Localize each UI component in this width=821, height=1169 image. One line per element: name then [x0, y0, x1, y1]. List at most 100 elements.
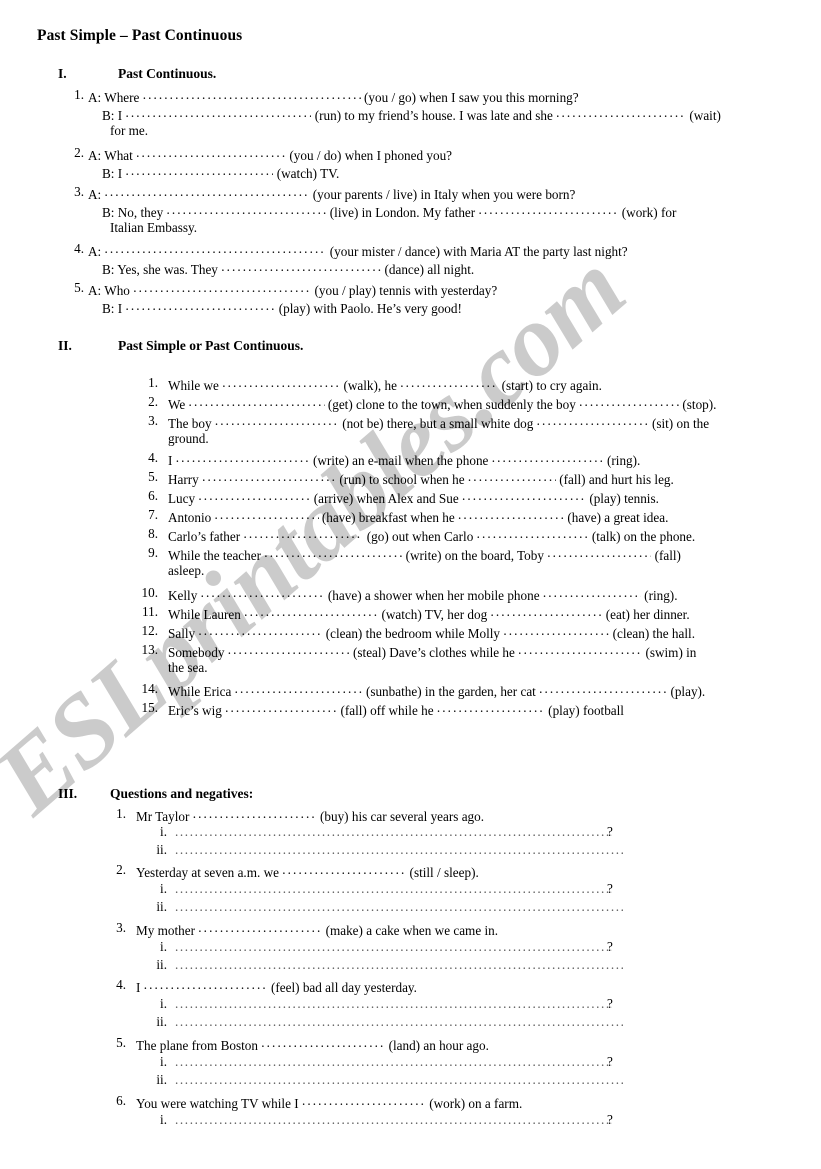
answer-blank[interactable] — [198, 920, 322, 935]
sentence-text: asleep. — [168, 563, 205, 578]
roman-numeral: ii. — [156, 1072, 167, 1087]
answer-blank[interactable] — [539, 681, 667, 696]
sentence-text: While Erica — [168, 684, 232, 699]
answer-blank[interactable] — [202, 469, 336, 484]
sentence-text: (work) for — [621, 205, 677, 220]
answer-blank[interactable] — [478, 202, 618, 217]
answer-blank[interactable] — [243, 526, 363, 541]
sentence-text: (arrive) when Alex and Sue — [313, 491, 459, 506]
answer-rule[interactable] — [175, 824, 612, 840]
speaker-label: B: — [102, 108, 115, 123]
answer-blank[interactable] — [537, 413, 649, 428]
answer-rule[interactable] — [175, 842, 623, 858]
sentence-text: (have) a great idea. — [567, 510, 669, 525]
sentence-text: The plane from Boston — [136, 1038, 258, 1053]
answer-blank[interactable] — [215, 413, 339, 428]
sentence-text: (get) clone to the town, when suddenly t… — [327, 397, 576, 412]
sentence-text: (have) a shower when her mobile phone — [327, 588, 540, 603]
answer-rule[interactable] — [175, 996, 612, 1012]
answer-blank[interactable] — [176, 450, 310, 465]
answer-blank[interactable] — [244, 604, 378, 619]
sentence-text: (you / go) when I saw you this morning? — [363, 90, 579, 105]
answer-blank[interactable] — [193, 806, 317, 821]
sentence-text: for me. — [110, 123, 149, 138]
sentence-text: While Lauren — [168, 607, 241, 622]
answer-rule[interactable] — [175, 1054, 612, 1070]
answer-blank[interactable] — [235, 681, 363, 696]
section-number-2: II. — [58, 338, 72, 353]
answer-blank[interactable] — [543, 585, 641, 600]
answer-rule[interactable] — [175, 899, 623, 915]
answer-rule[interactable] — [175, 1072, 623, 1088]
sentence-text: (walk), he — [343, 378, 397, 393]
answer-blank[interactable] — [518, 642, 642, 657]
answer-blank[interactable] — [468, 469, 556, 484]
answer-blank[interactable] — [143, 87, 361, 102]
sentence-text: I — [136, 980, 141, 995]
answer-blank[interactable] — [104, 241, 326, 256]
section-title-2: Past Simple or Past Continuous. — [118, 338, 304, 353]
answer-blank[interactable] — [198, 623, 322, 638]
answer-rule[interactable] — [175, 1112, 612, 1128]
sentence-text: My mother — [136, 923, 195, 938]
answer-blank[interactable] — [198, 488, 310, 503]
roman-numeral: ii. — [156, 1014, 167, 1029]
answer-blank[interactable] — [400, 375, 498, 390]
sentence-text: Harry — [168, 472, 199, 487]
answer-blank[interactable] — [144, 977, 268, 992]
answer-blank[interactable] — [125, 298, 275, 313]
sentence-text: Carlo’s father — [168, 529, 241, 544]
answer-blank[interactable] — [302, 1093, 426, 1108]
answer-blank[interactable] — [458, 507, 564, 522]
sentence-text: Lucy — [168, 491, 196, 506]
answer-blank[interactable] — [228, 642, 350, 657]
answer-rule[interactable] — [175, 939, 612, 955]
answer-blank[interactable] — [201, 585, 325, 600]
item-number: 5. — [116, 1035, 126, 1050]
answer-blank[interactable] — [221, 259, 381, 274]
answer-blank[interactable] — [264, 545, 402, 560]
sentence-text: (clean) the hall. — [612, 626, 696, 641]
question-mark: ? — [607, 1112, 613, 1127]
answer-blank[interactable] — [556, 105, 686, 120]
answer-blank[interactable] — [225, 700, 337, 715]
answer-blank[interactable] — [547, 545, 651, 560]
answer-blank[interactable] — [136, 145, 286, 160]
answer-blank[interactable] — [503, 623, 609, 638]
answer-blank[interactable] — [222, 375, 340, 390]
answer-blank[interactable] — [133, 280, 311, 295]
sentence-text: Sally — [168, 626, 196, 641]
sentence-text: (eat) her dinner. — [605, 607, 690, 622]
answer-blank[interactable] — [125, 163, 273, 178]
item-number: 5. — [74, 280, 84, 295]
answer-rule[interactable] — [175, 957, 623, 973]
answer-rule[interactable] — [175, 881, 612, 897]
sentence-text: Mr Taylor — [136, 809, 190, 824]
answer-blank[interactable] — [125, 105, 311, 120]
answer-blank[interactable] — [104, 184, 309, 199]
sentence-text: (work) on a farm. — [429, 1096, 523, 1111]
sentence-text: (play) football — [548, 703, 624, 718]
item-number: 3. — [74, 184, 84, 199]
answer-blank[interactable] — [492, 450, 604, 465]
answer-blank[interactable] — [215, 507, 319, 522]
answer-blank[interactable] — [490, 604, 602, 619]
answer-rule[interactable] — [175, 1014, 623, 1030]
sentence-text: (ring). — [607, 453, 641, 468]
item-number: 10. — [141, 585, 158, 600]
sentence-text: I — [117, 301, 123, 316]
answer-blank[interactable] — [462, 488, 586, 503]
sentence-text: (you / do) when I phoned you? — [289, 148, 453, 163]
item-number: 4. — [148, 450, 158, 465]
answer-blank[interactable] — [437, 700, 545, 715]
sentence-text: (go) out when Carlo — [366, 529, 474, 544]
item-number: 2. — [148, 394, 158, 409]
answer-blank[interactable] — [579, 394, 679, 409]
sentence-text: (live) in London. My father — [329, 205, 476, 220]
answer-blank[interactable] — [477, 526, 589, 541]
answer-blank[interactable] — [261, 1035, 385, 1050]
answer-blank[interactable] — [166, 202, 326, 217]
sentence-text: (sunbathe) in the garden, her cat — [365, 684, 536, 699]
answer-blank[interactable] — [189, 394, 325, 409]
answer-blank[interactable] — [282, 862, 406, 877]
